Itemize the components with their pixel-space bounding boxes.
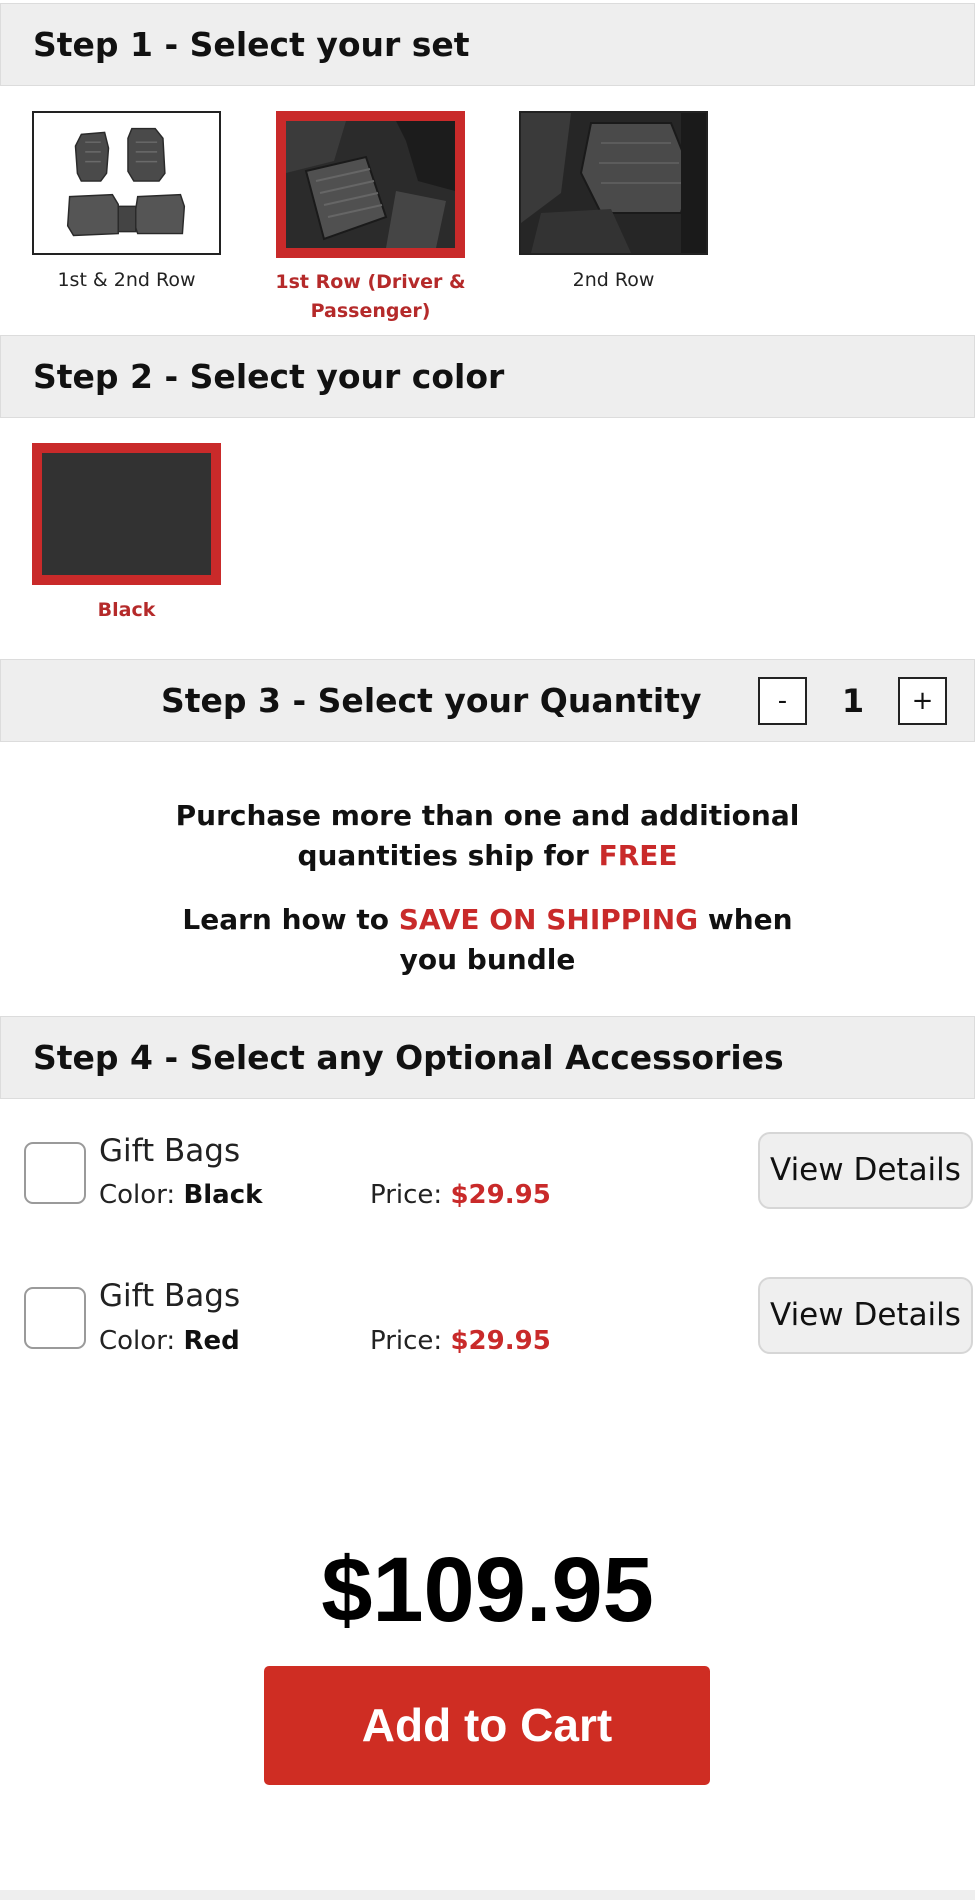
set-option-1st-row[interactable] [276,111,465,258]
price-label: Price: [370,1180,443,1210]
step3-title: Step 3 - Select your Quantity [161,681,702,720]
set-option-label: 2nd Row [572,269,655,291]
black-swatch-image [42,453,211,575]
view-details-button[interactable]: View Details [758,1277,973,1354]
accessory-name: Gift Bags [99,1133,241,1169]
footer-divider [0,1890,975,1900]
set-option-label: 1st & 2nd Row [57,269,196,291]
free-shipping-promo: Purchase more than one and additional qu… [0,796,975,876]
step2-title: Step 2 - Select your color [33,357,505,396]
accessory-color: Color: Red [99,1326,240,1356]
color-label: Color: [99,1326,176,1356]
quantity-increment-button[interactable]: + [898,677,947,725]
step1-title: Step 1 - Select your set [33,25,470,64]
set-option-2nd-row[interactable] [519,111,708,255]
price-value: $29.95 [450,1326,551,1356]
floor-mat-front-row-image [286,121,455,248]
price-value: $29.95 [450,1180,551,1210]
total-price: $109.95 [321,1539,654,1641]
promo-free-highlight: FREE [598,839,678,872]
step1-header: Step 1 - Select your set [0,3,975,86]
floor-mats-full-set-image [34,113,219,253]
step2-header: Step 2 - Select your color [0,335,975,418]
color-option-black[interactable] [32,443,221,585]
accessory-price: Price: $29.95 [370,1326,551,1356]
floor-mat-rear-row-image [521,113,706,253]
accessory-price: Price: $29.95 [370,1180,551,1210]
save-on-shipping-link[interactable]: SAVE ON SHIPPING [399,903,698,936]
color-option-label: Black [97,599,156,621]
color-value: Red [183,1326,240,1356]
color-value: Black [183,1180,263,1210]
quantity-decrement-button[interactable]: - [758,677,807,725]
add-to-cart-button[interactable]: Add to Cart [264,1666,710,1785]
accessory-name: Gift Bags [99,1278,241,1314]
price-label: Price: [370,1326,443,1356]
promo-text: Learn how to [182,903,399,936]
step4-header: Step 4 - Select any Optional Accessories [0,1016,975,1099]
accessory-checkbox[interactable] [24,1142,86,1204]
accessory-color: Color: Black [99,1180,262,1210]
step4-title: Step 4 - Select any Optional Accessories [33,1038,784,1077]
color-label: Color: [99,1180,176,1210]
accessory-checkbox[interactable] [24,1287,86,1349]
view-details-button[interactable]: View Details [758,1132,973,1209]
set-option-label-selected: 1st Row (Driver & Passenger) [275,271,466,322]
save-shipping-promo: Learn how to SAVE ON SHIPPING when you b… [0,900,975,980]
set-option-1st-2nd-row[interactable] [32,111,221,255]
promo-text: Purchase more than one and additional qu… [175,799,800,872]
quantity-value: 1 [841,682,865,720]
